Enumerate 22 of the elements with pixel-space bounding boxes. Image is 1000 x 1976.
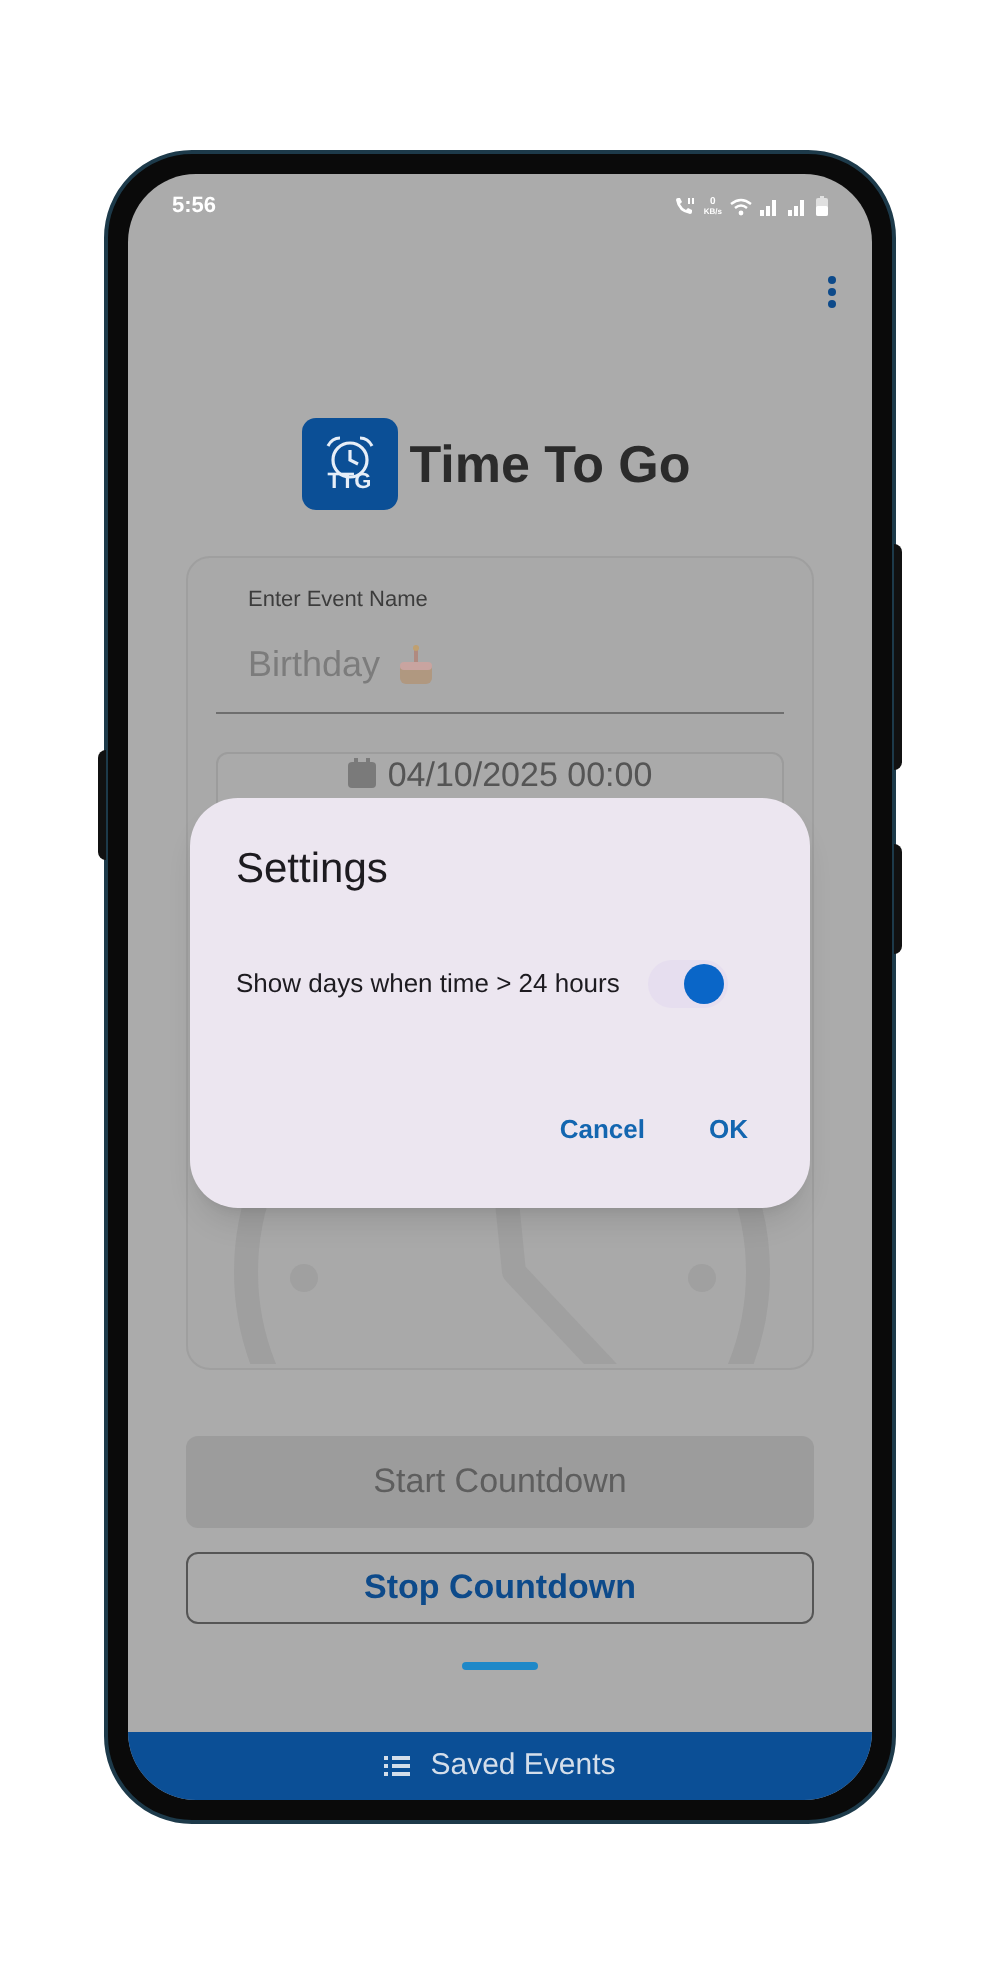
more-options-button[interactable] [824,274,840,310]
date-value: 04/10/2025 00:00 [387,757,653,791]
calendar-icon [347,757,376,787]
dialog-action[interactable]: OK [693,1101,764,1156]
signal-icon [760,197,780,215]
more-options-icon [828,276,836,308]
battery-icon [816,196,828,216]
wifi-icon [730,197,752,215]
list-icon [384,1756,411,1776]
dialog-action[interactable]: Cancel [543,1101,661,1156]
drag-handle[interactable] [462,1662,538,1670]
dialog-title: Settings [236,844,390,896]
phone-call-icon [673,196,696,216]
toggle-switch[interactable] [648,959,728,1007]
signal-icon [788,197,808,215]
status-time: 5:56 [172,191,217,222]
countdown-button[interactable]: Stop Countdown [186,1552,814,1624]
field-label: Enter Event Name [248,586,430,616]
option-label: Show days when time > 24 hours [236,965,620,1002]
saved-events-tab[interactable]: Saved Events [128,1732,872,1800]
app-title: Time To Go [409,431,691,497]
cake-icon [396,642,437,686]
